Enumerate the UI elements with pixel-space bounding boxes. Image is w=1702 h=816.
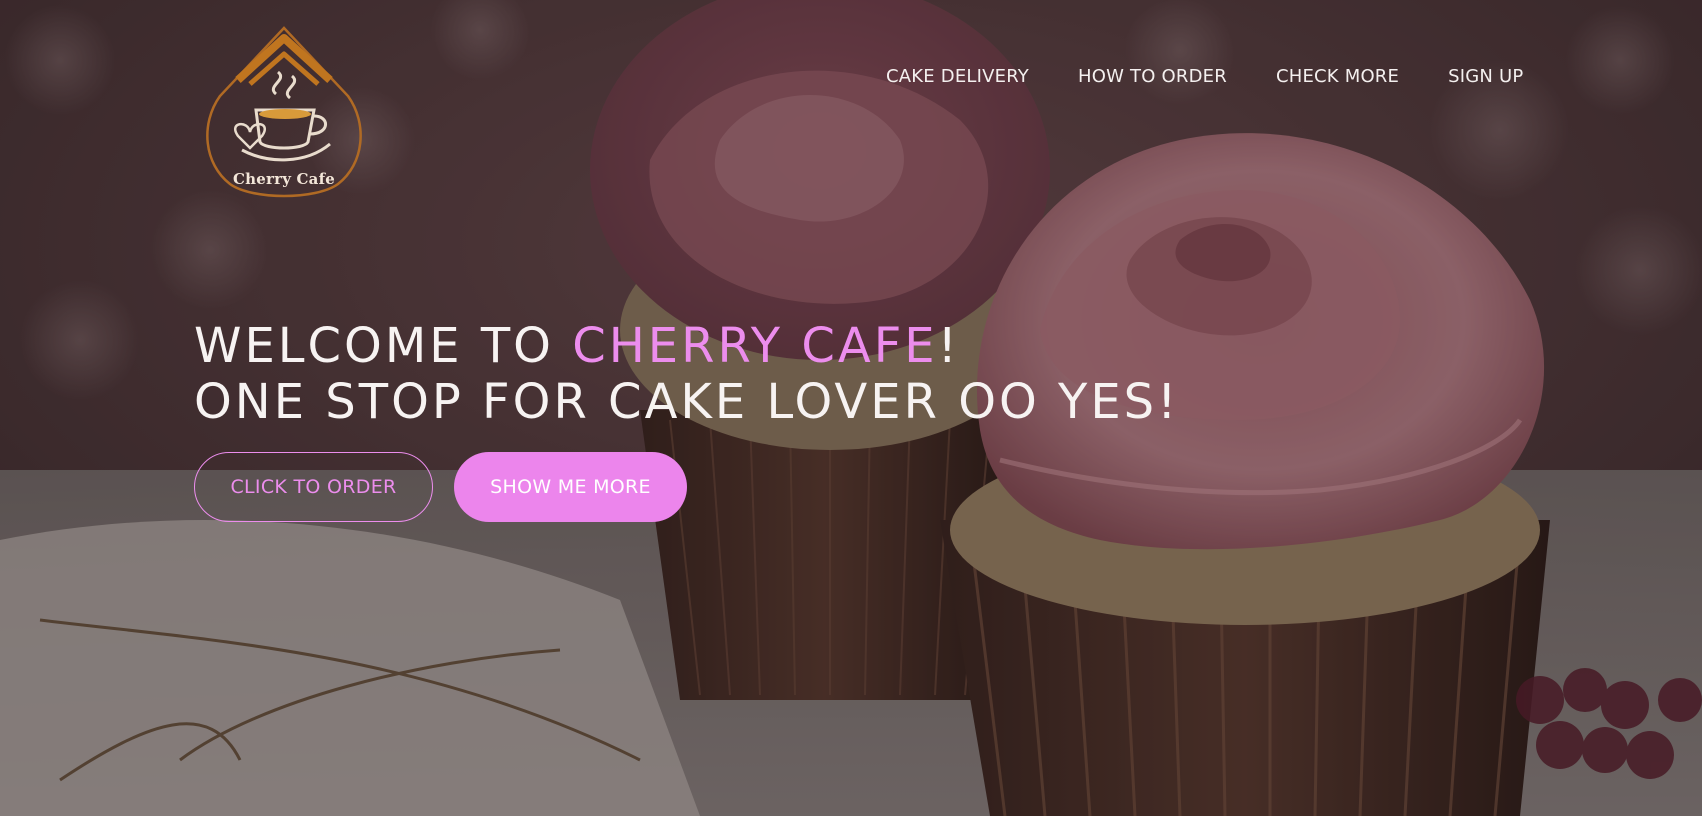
main-nav: CAKE DELIVERY HOW TO ORDER CHECK MORE SI… — [886, 66, 1523, 87]
hero-section: Cherry Cafe CAKE DELIVERY HOW TO ORDER C… — [0, 0, 1702, 816]
show-me-more-button[interactable]: SHOW ME MORE — [454, 452, 687, 522]
nav-check-more[interactable]: CHECK MORE — [1276, 66, 1399, 87]
hero-headline: WELCOME TO CHERRY CAFE! ONE STOP FOR CAK… — [194, 318, 1179, 430]
headline-exclamation: ! — [937, 318, 960, 374]
click-to-order-button[interactable]: CLICK TO ORDER — [194, 452, 433, 522]
headline-prefix: WELCOME TO — [194, 318, 573, 374]
headline-line-2: ONE STOP FOR CAKE LOVER OO YES! — [194, 374, 1180, 430]
headline-brand: CHERRY CAFE — [572, 318, 938, 374]
logo-caption: Cherry Cafe — [233, 170, 335, 188]
headline-line-1: WELCOME TO CHERRY CAFE! — [194, 318, 1179, 374]
nav-how-to-order[interactable]: HOW TO ORDER — [1078, 66, 1227, 87]
nav-sign-up[interactable]: SIGN UP — [1448, 66, 1523, 87]
nav-cake-delivery[interactable]: CAKE DELIVERY — [886, 66, 1029, 87]
cherry-cafe-logo[interactable]: Cherry Cafe — [198, 24, 370, 200]
